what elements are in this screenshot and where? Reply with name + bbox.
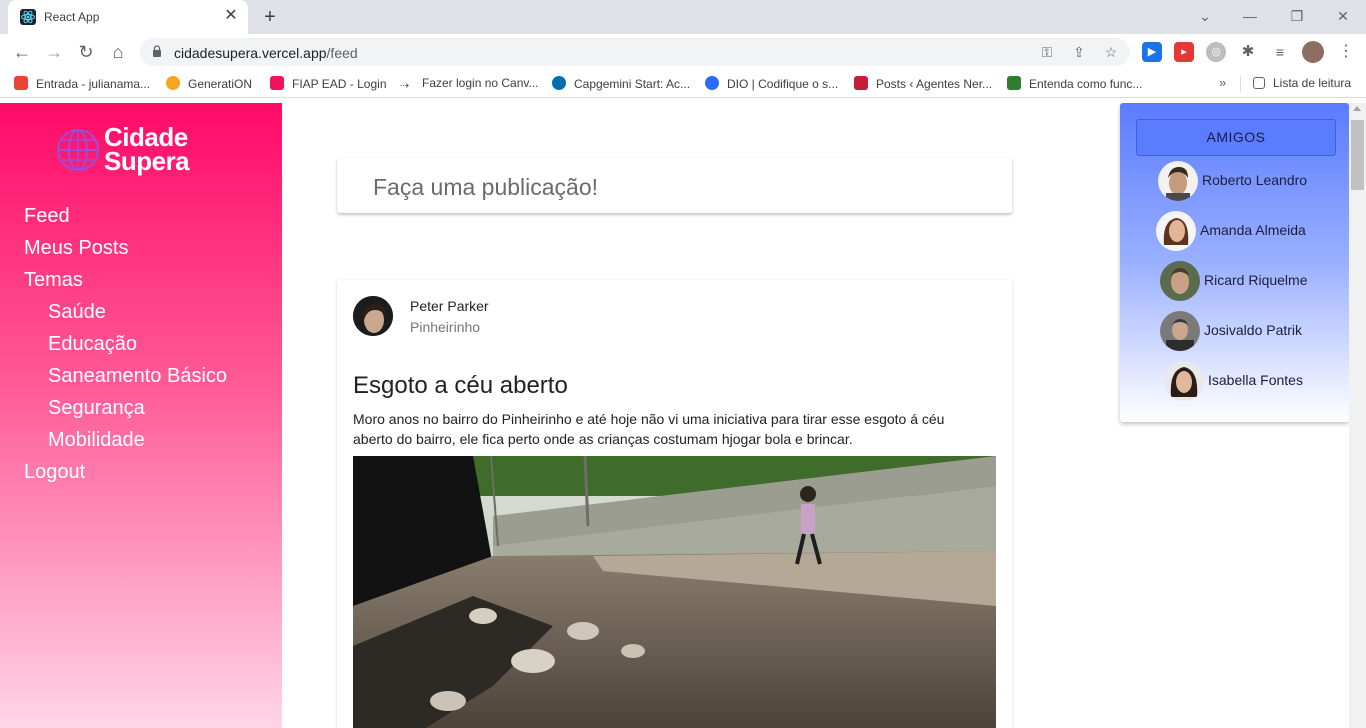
- tab-title: React App: [44, 10, 100, 24]
- close-window-button[interactable]: ✕: [1331, 6, 1355, 26]
- tab-search-icon[interactable]: ⌄: [1193, 6, 1217, 26]
- menu-mobilidade[interactable]: Mobilidade: [48, 429, 145, 452]
- friend-avatar: [1164, 361, 1204, 401]
- minimize-button[interactable]: —: [1238, 6, 1262, 26]
- extension-gray-icon[interactable]: ◎: [1206, 42, 1226, 62]
- share-icon[interactable]: ⇪: [1070, 43, 1088, 61]
- browser-tab[interactable]: React App ✕: [8, 0, 248, 34]
- friends-panel: AMIGOS Roberto Leandro Amanda Almeida Ri…: [1120, 103, 1349, 422]
- bookmark-capgemini[interactable]: Capgemini Start: Ac...: [552, 76, 690, 92]
- friend-name: Roberto Leandro: [1202, 172, 1308, 188]
- bookmark-canvas[interactable]: ⇢ Fazer login no Canv...: [400, 76, 539, 92]
- media-control-icon[interactable]: ≡: [1270, 42, 1290, 62]
- friend-name: Amanda Almeida: [1200, 222, 1306, 238]
- bookmark-fiap[interactable]: FIAP EAD - Login: [270, 76, 387, 92]
- globe-icon: [57, 129, 99, 171]
- menu-meus-posts[interactable]: Meus Posts: [24, 237, 128, 260]
- profile-avatar[interactable]: [1302, 41, 1324, 63]
- page-scrollbar[interactable]: [1349, 103, 1366, 728]
- url-text: cidadesupera.vercel.app/feed: [174, 45, 358, 61]
- post-card: Peter Parker Pinheirinho Esgoto a céu ab…: [337, 280, 1012, 728]
- lock-icon: [153, 45, 161, 57]
- star-icon[interactable]: ☆: [1102, 43, 1120, 61]
- extension-youtube-icon[interactable]: ▸: [1174, 42, 1194, 62]
- restore-button[interactable]: ❐: [1285, 6, 1309, 26]
- menu-seguranca[interactable]: Segurança: [48, 397, 145, 420]
- key-icon[interactable]: ⚿: [1038, 43, 1056, 61]
- forward-icon[interactable]: →: [42, 40, 66, 64]
- cloud-icon: [166, 76, 180, 90]
- arrow-icon: ⇢: [400, 80, 410, 92]
- author-neighborhood: Pinheirinho: [410, 319, 481, 335]
- bookmarks-bar: Entrada - julianama... GeneratiON FIAP E…: [0, 70, 1366, 98]
- friend-avatar: [1156, 211, 1196, 251]
- menu-feed[interactable]: Feed: [24, 205, 70, 228]
- post-title: Esgoto a céu aberto: [353, 372, 568, 399]
- home-icon[interactable]: ⌂: [106, 40, 130, 64]
- reading-list-button[interactable]: Lista de leitura: [1253, 76, 1351, 92]
- friends-header-button[interactable]: AMIGOS: [1136, 119, 1336, 156]
- puzzle-icon[interactable]: ✱: [1238, 42, 1258, 62]
- reload-icon[interactable]: ↻: [74, 40, 98, 64]
- author-name[interactable]: Peter Parker: [410, 298, 489, 314]
- browser-toolbar: ← → ↻ ⌂ cidadesupera.vercel.app/feed ⚿ ⇪…: [0, 34, 1366, 70]
- friend-avatar: [1158, 161, 1198, 201]
- new-post-input[interactable]: Faça uma publicação!: [337, 158, 1012, 213]
- reading-list-icon: [1253, 77, 1265, 89]
- browser-tab-bar: React App ✕ + ⌄ — ❐ ✕: [0, 0, 1366, 34]
- bookmark-agentes[interactable]: Posts ‹ Agentes Ner...: [854, 76, 992, 92]
- close-tab-icon[interactable]: ✕: [222, 7, 240, 25]
- friend-avatar: [1160, 261, 1200, 301]
- bookmark-generation[interactable]: GeneratiON: [166, 76, 252, 92]
- menu-logout[interactable]: Logout: [24, 461, 85, 484]
- dio-icon: [705, 76, 719, 90]
- bookmark-entenda[interactable]: Entenda como func...: [1007, 76, 1142, 92]
- menu-educacao[interactable]: Educação: [48, 333, 137, 356]
- agentes-icon: [854, 76, 868, 90]
- bookmark-gmail[interactable]: Entrada - julianama...: [14, 76, 150, 92]
- new-post-placeholder: Faça uma publicação!: [373, 174, 599, 200]
- logo-wordmark: Cidade Supera: [104, 122, 190, 176]
- post-body: Moro anos no bairro do Pinheirinho e até…: [353, 411, 945, 447]
- gmail-icon: [14, 76, 28, 90]
- feed: Faça uma publicação! Peter Parker Pinhei…: [282, 103, 1120, 728]
- friend-name: Isabella Fontes: [1208, 372, 1303, 388]
- author-avatar[interactable]: [353, 296, 393, 336]
- react-icon: [20, 9, 36, 25]
- fiap-icon: [270, 76, 284, 90]
- app-logo[interactable]: Cidade Supera: [56, 122, 216, 177]
- friend-name: Josivaldo Patrik: [1204, 322, 1303, 338]
- menu-saneamento[interactable]: Saneamento Básico: [48, 365, 227, 388]
- friend-name: Ricard Riquelme: [1204, 272, 1308, 288]
- sidebar: Cidade Supera Feed Meus Posts Temas Saúd…: [0, 103, 282, 728]
- scroll-thumb[interactable]: [1351, 120, 1364, 190]
- menu-saude[interactable]: Saúde: [48, 301, 106, 324]
- entenda-icon: [1007, 76, 1021, 90]
- new-tab-button[interactable]: +: [258, 5, 282, 29]
- extension-play-icon[interactable]: ▶: [1142, 42, 1162, 62]
- bookmark-dio[interactable]: DIO | Codifique o s...: [705, 76, 838, 92]
- more-bookmarks-icon[interactable]: »: [1219, 75, 1226, 90]
- friend-avatar: [1160, 311, 1200, 351]
- back-icon[interactable]: ←: [10, 40, 34, 64]
- bookmarks-divider: [1240, 76, 1241, 92]
- page: Cidade Supera Feed Meus Posts Temas Saúd…: [0, 103, 1366, 728]
- post-image: [353, 456, 996, 728]
- menu-temas[interactable]: Temas: [24, 269, 83, 292]
- menu-kebab-icon[interactable]: ⋮: [1336, 42, 1356, 62]
- capgemini-icon: [552, 76, 566, 90]
- address-bar[interactable]: cidadesupera.vercel.app/feed ⚿ ⇪ ☆: [140, 38, 1130, 66]
- scroll-up-icon[interactable]: [1353, 106, 1361, 111]
